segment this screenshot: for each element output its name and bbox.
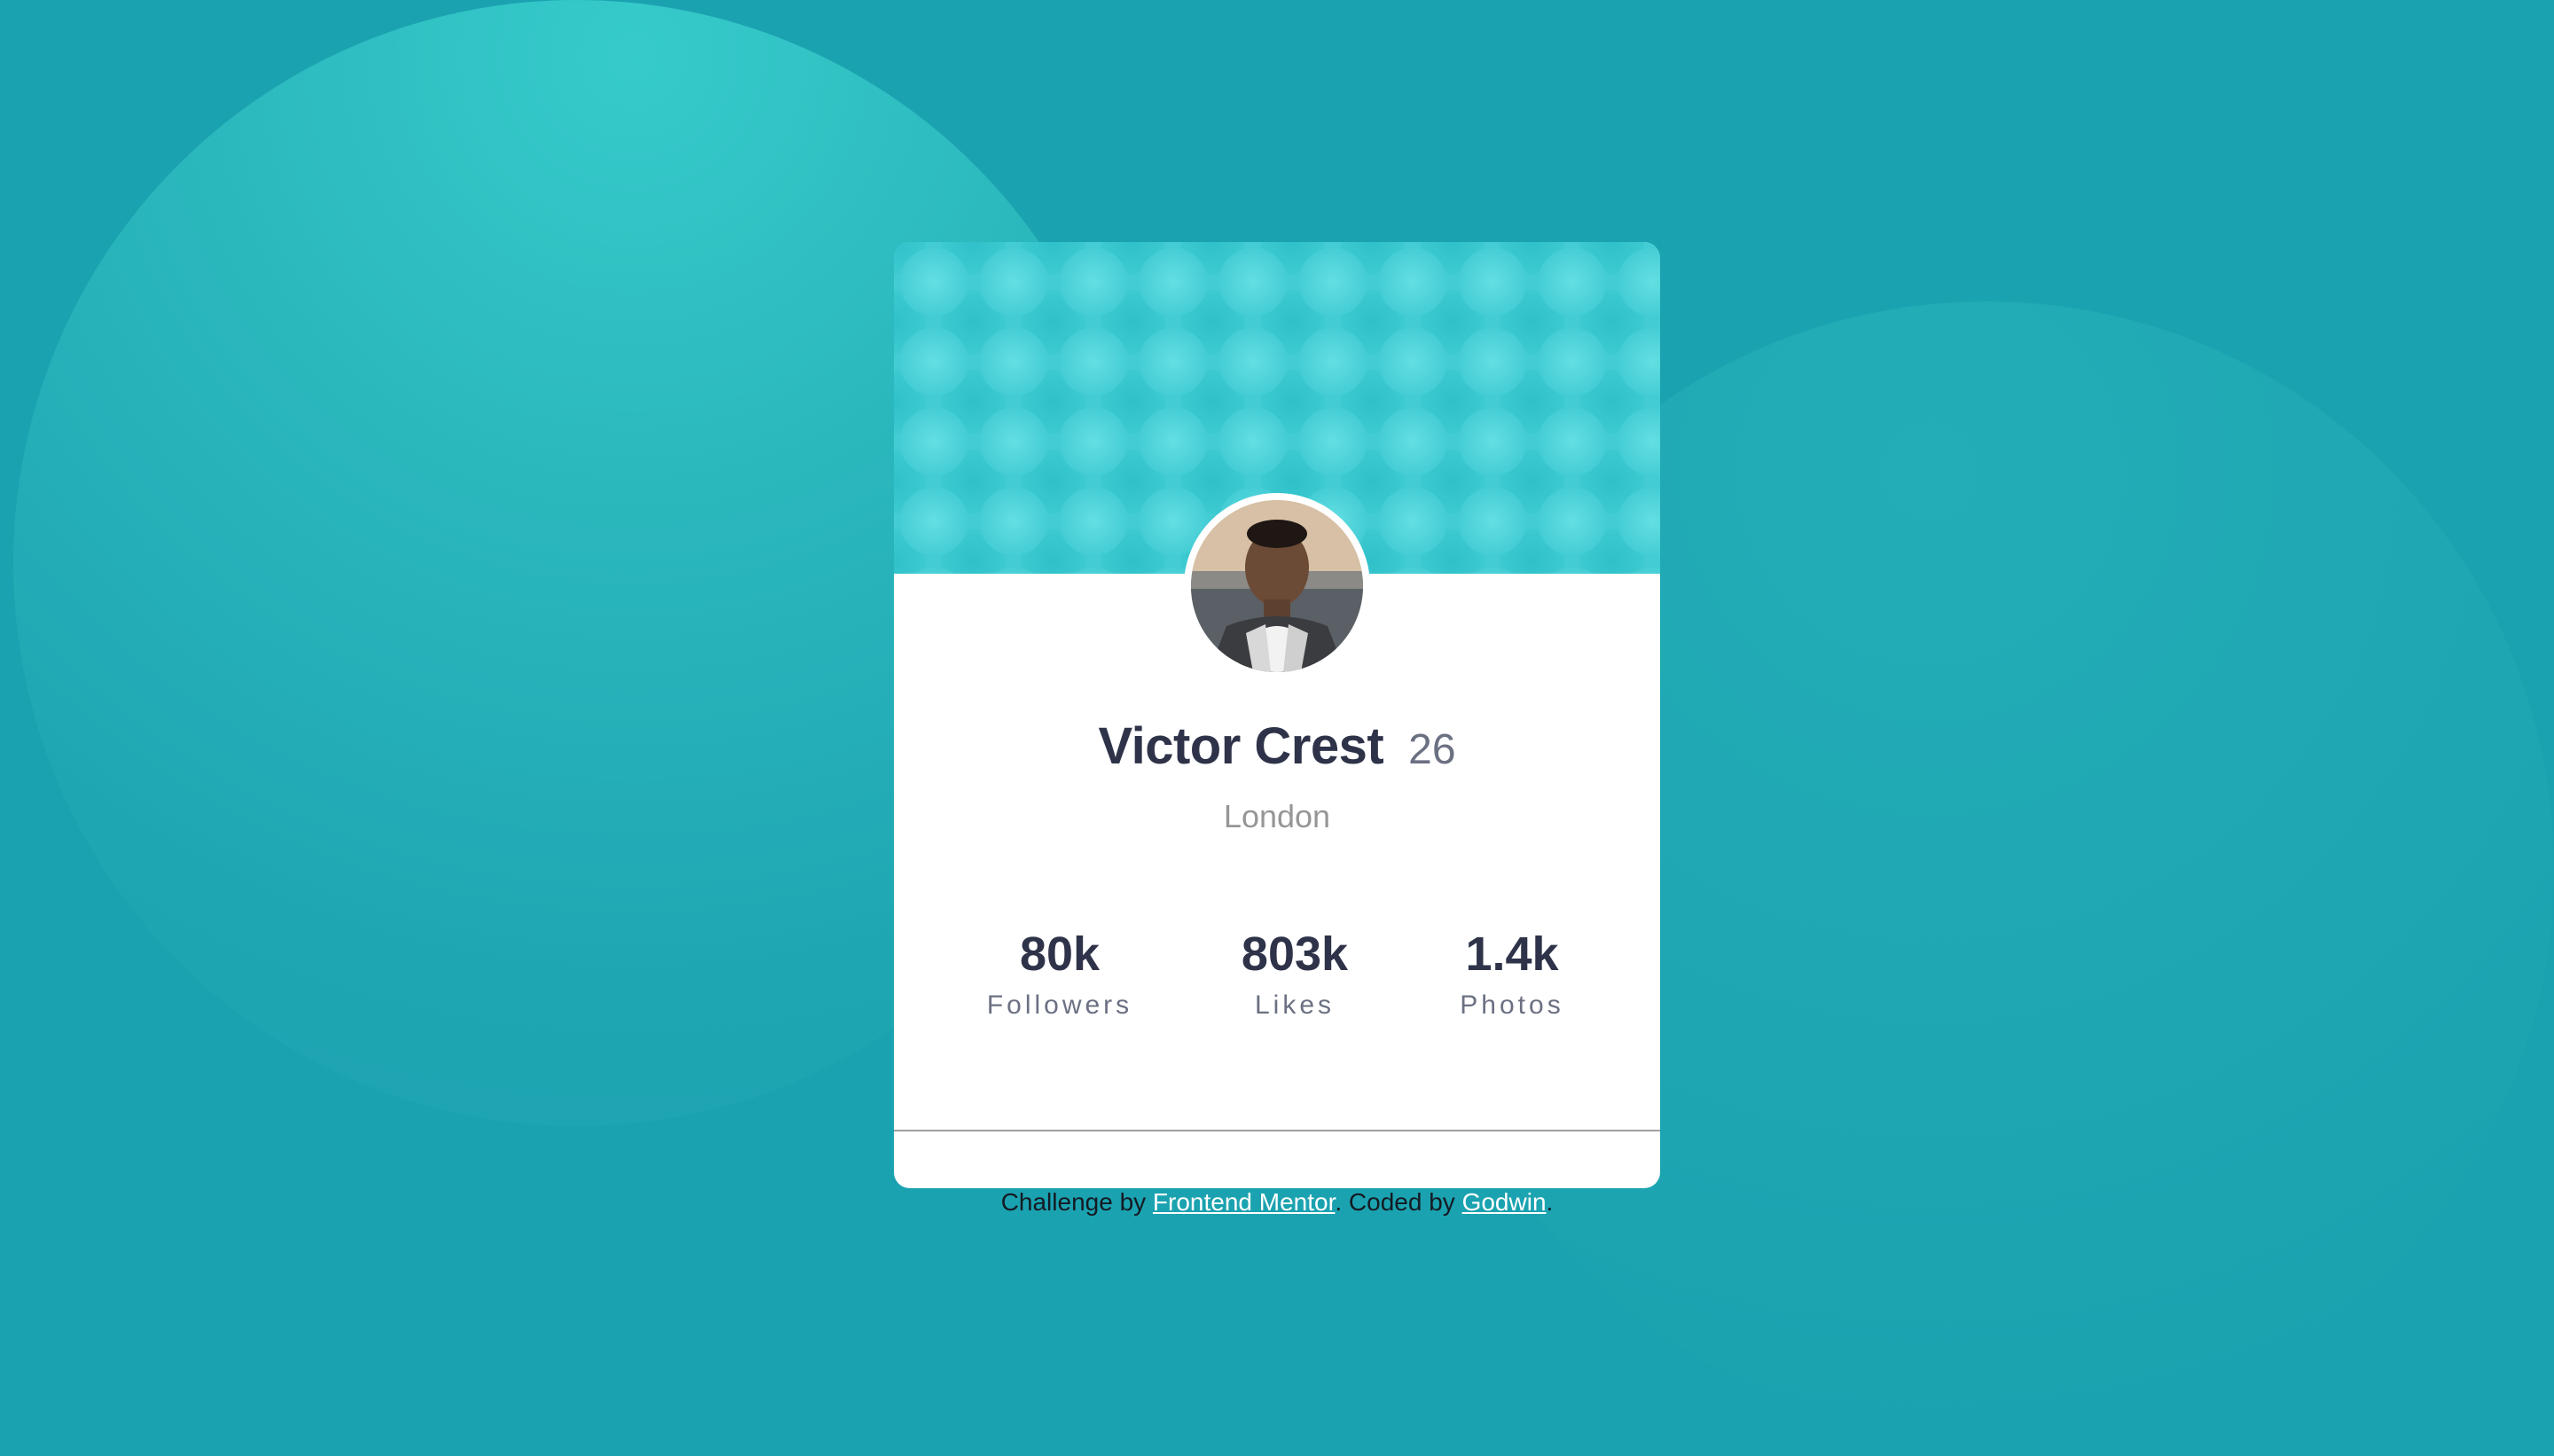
profile-location: London	[1223, 798, 1331, 834]
profile-name: Victor Crest	[1098, 717, 1384, 775]
profile-age: 26	[1408, 726, 1456, 773]
avatar	[1191, 500, 1363, 672]
name-age-row: Victor Crest 26	[894, 716, 1660, 787]
card-divider	[894, 1130, 1660, 1131]
frontend-mentor-link[interactable]: Frontend Mentor	[1153, 1188, 1335, 1216]
stat-value: 803k	[1241, 928, 1349, 981]
attribution-suffix: .	[1546, 1188, 1554, 1216]
stat-label: Followers	[986, 990, 1133, 1020]
stat-label: Photos	[1460, 990, 1564, 1020]
stat-value: 80k	[1019, 928, 1101, 981]
avatar-photo	[1191, 500, 1363, 672]
stat-followers: 80k Followers	[967, 926, 1153, 1023]
profile-card	[894, 242, 1660, 1188]
stat-label: Likes	[1254, 990, 1336, 1020]
stat-photos: 1.4k Photos	[1428, 926, 1596, 1023]
attribution-prefix: Challenge by	[1000, 1188, 1153, 1216]
attribution: Challenge by Frontend Mentor. Coded by G…	[894, 1186, 1660, 1218]
stat-value: 1.4k	[1465, 928, 1559, 981]
author-link[interactable]: Godwin	[1462, 1188, 1547, 1216]
stat-likes: 803k Likes	[1206, 926, 1383, 1023]
avatar-ring	[1184, 493, 1370, 679]
attribution-middle: . Coded by	[1335, 1188, 1462, 1216]
